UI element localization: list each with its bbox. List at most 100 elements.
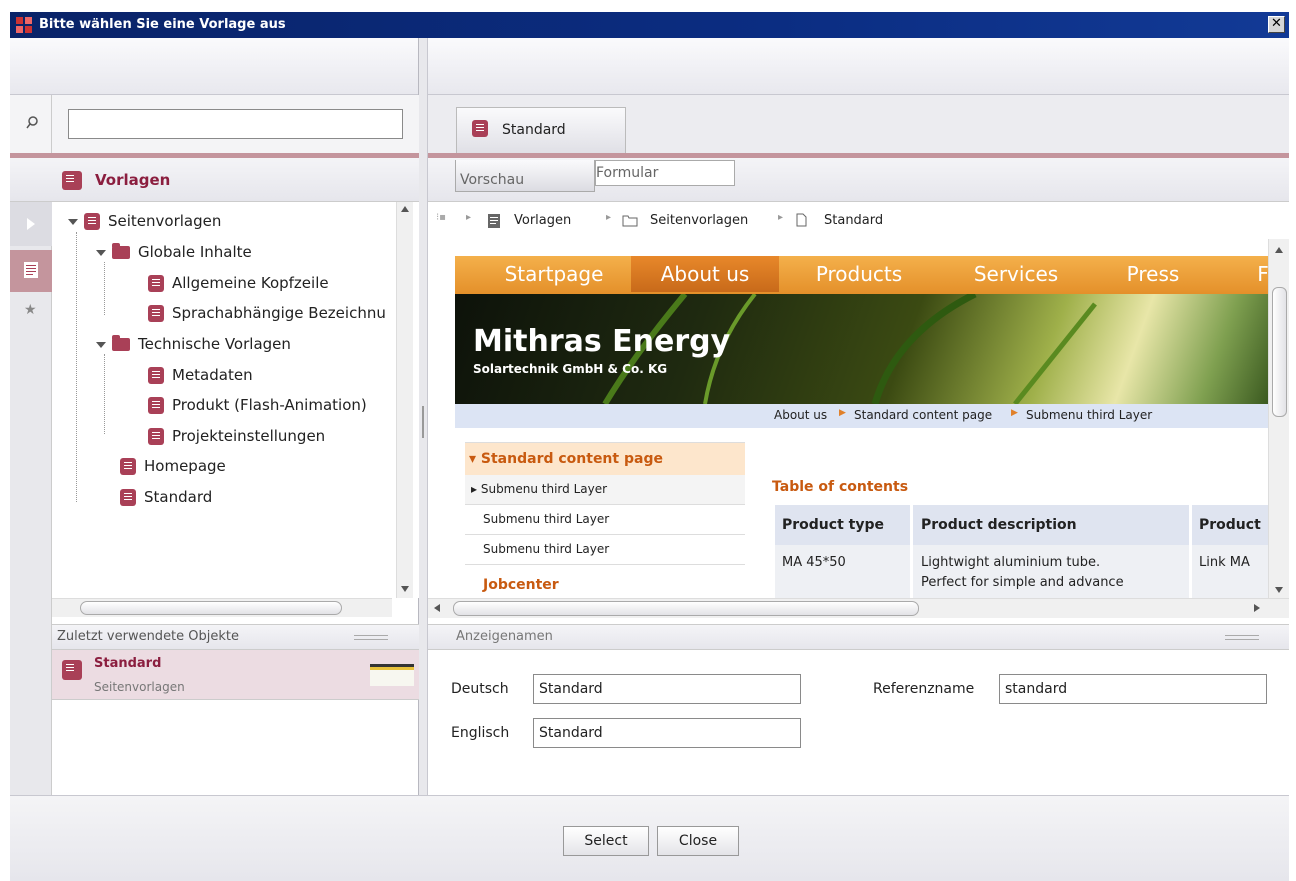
tree-item-technische-vorlagen[interactable]: Technische Vorlagen [96,333,291,355]
breadcrumb-root-icon: ⁝▪ [436,212,446,223]
names-header: Anzeigenamen [428,624,1289,650]
splitter-grip-icon[interactable] [422,406,424,438]
englisch-field[interactable]: Standard [533,718,801,748]
nav-startpage[interactable]: Startpage [475,256,633,292]
scroll-left-icon[interactable] [434,604,440,612]
breadcrumb-item[interactable]: Seitenvorlagen [650,213,748,228]
collapse-handle-icon[interactable] [354,635,388,640]
tree-item-projekteinstellungen[interactable]: Projekteinstellungen [148,425,325,447]
preview-hscrollbar[interactable] [428,598,1289,618]
play-icon [27,218,35,230]
window-title: Bitte wählen Sie eine Vorlage aus [39,17,286,32]
nav-fi[interactable]: Fi [1245,256,1268,292]
nav-products[interactable]: Products [779,256,939,292]
menu-submenu-3[interactable]: Submenu third Layer [465,535,745,565]
recent-item-standard[interactable]: Standard Seitenvorlagen [52,650,419,700]
folder-icon [112,335,130,351]
tree-item-globale-inhalte[interactable]: Globale Inhalte [96,241,252,263]
menu-title: ▾ Standard content page [469,451,663,467]
preview-hscroll-thumb[interactable] [453,601,919,616]
search-input[interactable] [68,109,403,139]
deutsch-field[interactable]: Standard [533,674,801,704]
tree-hscroll-thumb[interactable] [80,601,342,615]
preview-crumb[interactable]: Submenu third Layer [1026,408,1152,422]
preview-crumb[interactable]: Standard content page [854,408,992,422]
crumb-arrow-icon: ▶ [839,408,846,418]
expand-arrow-icon[interactable] [68,218,78,225]
recent-header-label: Zuletzt verwendete Objekte [57,629,240,644]
close-icon[interactable]: ✕ [1268,16,1285,33]
preview-frame: Startpage About us Products Services Pre… [455,239,1268,598]
scroll-right-icon[interactable] [1254,604,1260,612]
thumbnail-image [370,664,414,686]
doc-icon [148,305,164,322]
select-button[interactable]: Select [563,826,649,856]
tree-item-sprachabhaengige[interactable]: Sprachabhängige Bezeichnu [148,302,410,324]
table-cell: Perfect for simple and advance [921,575,1124,590]
expand-arrow-icon[interactable] [96,249,106,256]
chevron-right-icon: ▸ [778,212,784,223]
collapse-handle-icon[interactable] [1225,635,1259,640]
preview-vscrollbar[interactable] [1268,239,1289,598]
expand-arrow-icon[interactable] [96,341,106,348]
side-tab-templates[interactable] [10,250,52,292]
preview-breadcrumb: About us ▶ Standard content page ▶ Subme… [455,404,1268,428]
menu-submenu-1[interactable]: ▸ Submenu third Layer [465,475,745,505]
menu-standard-content-page[interactable]: ▾ Standard content page [465,442,745,475]
table-cell: Lightwight aluminium tube. [921,555,1101,570]
crumb-arrow-icon: ▶ [1011,408,1018,418]
subtab-formular[interactable]: Formular [595,160,735,186]
preview-vscroll-thumb[interactable] [1272,287,1287,417]
breadcrumb-item[interactable]: Standard [824,213,883,228]
doc-icon [148,428,164,445]
nav-about-us[interactable]: About us [631,256,779,292]
nav-press[interactable]: Press [1093,256,1213,292]
left-toolbar [10,38,418,95]
scroll-down-icon[interactable] [401,586,409,592]
tree-vscrollbar[interactable] [396,202,413,598]
vorlagen-header: Vorlagen [10,158,419,202]
subtab-vorschau[interactable]: Vorschau [455,160,595,192]
vorlagen-icon [62,171,82,190]
doc-icon [148,397,164,414]
breadcrumb: ⁝▪ ▸ Vorlagen ▸ Seitenvorlagen ▸ Standar… [428,202,1289,239]
close-button[interactable]: Close [657,826,739,856]
breadcrumb-item[interactable]: Vorlagen [514,213,571,228]
tree-item-standard[interactable]: Standard [120,486,212,508]
table-cell: Link MA [1199,555,1250,570]
nav-services[interactable]: Services [939,256,1093,292]
menu-jobcenter[interactable]: Jobcenter [465,565,745,598]
table-header-cell: Product [1199,517,1261,533]
recent-item-subtitle: Seitenvorlagen [94,680,185,694]
tree-item-produkt-flash[interactable]: Produkt (Flash-Animation) [148,394,367,416]
tree-hscrollbar[interactable] [52,598,392,617]
tree-item-homepage[interactable]: Homepage [120,455,226,477]
tree-item-metadaten[interactable]: Metadaten [148,364,253,386]
brand-subtitle: Solartechnik GmbH & Co. KG [473,362,668,376]
table-header-cell: Product description [921,517,1077,533]
menu-submenu-2[interactable]: Submenu third Layer [465,505,745,535]
side-tab-expand[interactable] [10,202,52,246]
menu-title-text: Standard content page [480,451,663,467]
menu-submenu-1-label: ▸ Submenu third Layer [471,482,608,496]
star-icon[interactable]: ★ [24,302,37,318]
search-icon[interactable] [26,116,39,129]
tab-label: Standard [502,122,566,138]
tree-item-seitenvorlagen[interactable]: Seitenvorlagen [68,210,221,232]
tree-item-allgemeine-kopfzeile[interactable]: Allgemeine Kopfzeile [148,272,329,294]
app-icon [16,17,32,33]
scroll-down-icon[interactable] [1275,587,1283,593]
referenzname-field[interactable]: standard [999,674,1267,704]
search-icon-area [10,95,52,153]
scroll-up-icon[interactable] [401,206,409,212]
scroll-up-icon[interactable] [1275,247,1283,253]
page-outline-icon [796,213,807,227]
menu-submenu-2-text: Submenu third Layer [483,512,610,526]
button-bar [10,795,1289,881]
panel-splitter[interactable] [419,38,428,795]
preview-crumb[interactable]: About us [774,408,827,422]
side-tab-strip: ★ [10,202,52,795]
doc-icon [148,367,164,384]
tab-standard[interactable]: Standard [456,107,626,153]
doc-icon [120,458,136,475]
